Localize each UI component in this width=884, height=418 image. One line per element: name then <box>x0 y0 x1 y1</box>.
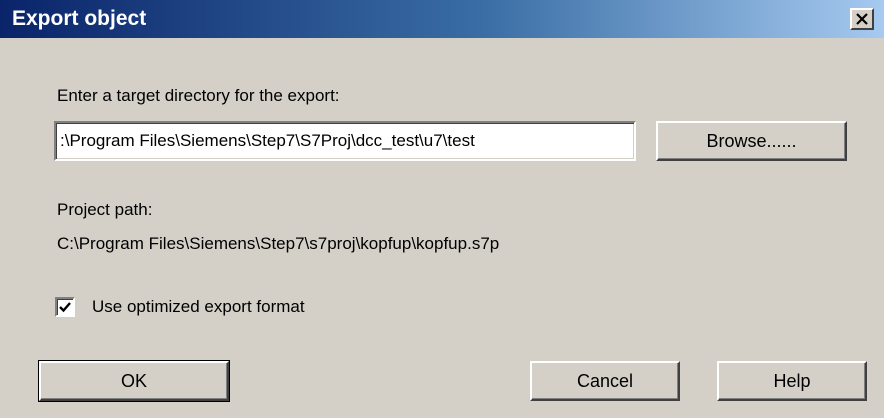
ok-button-label: OK <box>120 371 147 391</box>
project-path-value: C:\Program Files\Siemens\Step7\s7proj\ko… <box>57 234 500 253</box>
help-button[interactable]: Help <box>717 361 867 401</box>
export-object-dialog: Export object Enter a target directory f… <box>0 0 884 418</box>
optimized-format-label: Use optimized export format <box>92 297 305 316</box>
ok-button[interactable]: OK <box>38 360 230 402</box>
checkmark-icon <box>59 302 71 313</box>
window-title: Export object <box>12 7 147 30</box>
title-bar[interactable]: Export object <box>0 0 884 38</box>
close-button[interactable] <box>850 8 874 30</box>
target-directory-label: Enter a target directory for the export: <box>57 86 340 105</box>
cancel-button[interactable]: Cancel <box>530 361 680 401</box>
help-button-label: Help <box>773 371 811 391</box>
close-icon <box>856 13 868 25</box>
project-path-label: Project path: <box>57 200 153 219</box>
optimized-format-checkbox[interactable] <box>55 297 75 317</box>
browse-button-label: Browse...... <box>706 131 797 151</box>
browse-button[interactable]: Browse...... <box>656 121 847 161</box>
target-directory-value: :\Program Files\Siemens\Step7\S7Proj\dcc… <box>60 131 475 150</box>
target-directory-input[interactable]: :\Program Files\Siemens\Step7\S7Proj\dcc… <box>54 121 636 161</box>
cancel-button-label: Cancel <box>576 371 634 391</box>
